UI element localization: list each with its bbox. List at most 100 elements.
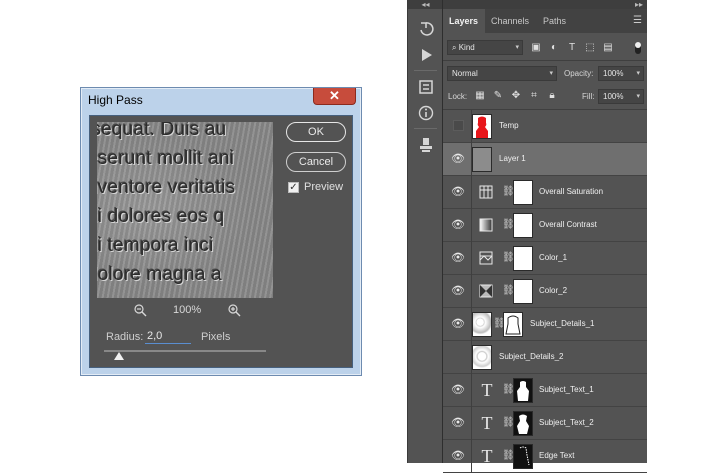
type-filter-icon[interactable]: T bbox=[566, 42, 578, 54]
layer-name: Overall Saturation bbox=[539, 187, 604, 196]
panel-tool-strip: ◂◂ bbox=[407, 0, 443, 463]
layer-separator bbox=[471, 374, 472, 407]
layer-thumbnail bbox=[472, 345, 492, 370]
layer-row[interactable]: 👁︎ ⛓︎ Color_1 bbox=[443, 242, 647, 275]
properties-icon[interactable] bbox=[417, 78, 435, 96]
layer-row[interactable]: 👁︎ Layer 1 bbox=[443, 143, 647, 176]
layer-name: Subject_Text_1 bbox=[539, 385, 594, 394]
expand-icon[interactable]: ▸▸ bbox=[443, 0, 647, 9]
preview-checkbox[interactable]: ✓ bbox=[288, 182, 299, 193]
smart-object-filter-icon[interactable]: ▤ bbox=[602, 42, 614, 54]
radius-input[interactable]: 2,0 bbox=[145, 328, 191, 344]
eye-icon[interactable]: 👁︎ bbox=[451, 187, 465, 198]
filter-preview[interactable]: isequat. Duis au eserunt mollit ani nven… bbox=[97, 122, 273, 298]
eye-icon[interactable]: 👁︎ bbox=[451, 253, 465, 264]
link-icon[interactable]: ⛓︎ bbox=[502, 417, 515, 429]
radius-slider-track[interactable] bbox=[104, 350, 266, 352]
eye-icon[interactable]: 👁︎ bbox=[451, 154, 465, 165]
filter-toggle[interactable] bbox=[635, 42, 641, 54]
clone-source-icon[interactable] bbox=[417, 136, 435, 154]
pixel-filter-icon[interactable]: ▣ bbox=[530, 42, 542, 54]
link-icon[interactable]: ⛓︎ bbox=[502, 219, 515, 231]
shape-filter-icon[interactable]: ⬚ bbox=[584, 42, 596, 54]
history-brush-icon[interactable] bbox=[417, 20, 435, 38]
close-button[interactable]: ✕ bbox=[313, 88, 356, 105]
tab-paths[interactable]: Paths bbox=[537, 9, 573, 33]
panel-menu-icon[interactable]: ☰ bbox=[633, 15, 642, 26]
tab-layers[interactable]: Layers bbox=[443, 9, 485, 33]
ok-button[interactable]: OK bbox=[286, 122, 346, 142]
layer-row[interactable]: 👁︎ T ⛓︎ Subject_Text_2 bbox=[443, 407, 647, 440]
lock-artboard-icon[interactable]: ⌗ bbox=[528, 90, 540, 102]
layer-mask-thumbnail bbox=[513, 213, 533, 238]
info-icon[interactable] bbox=[417, 104, 435, 122]
layer-name: Subject_Text_2 bbox=[539, 418, 594, 427]
close-icon: ✕ bbox=[329, 88, 340, 103]
link-icon[interactable]: ⛓︎ bbox=[493, 318, 506, 330]
layer-name: Layer 1 bbox=[499, 154, 526, 163]
layer-separator bbox=[471, 275, 472, 308]
layer-row[interactable]: 👁︎ T ⛓︎ Edge Text bbox=[443, 440, 647, 473]
link-icon[interactable]: ⛓︎ bbox=[502, 450, 515, 462]
link-icon[interactable]: ⛓︎ bbox=[502, 285, 515, 297]
collapse-icon[interactable]: ◂◂ bbox=[408, 0, 443, 9]
lock-all-icon[interactable]: 🔒︎ bbox=[546, 90, 558, 102]
eye-icon[interactable]: 👁︎ bbox=[451, 319, 465, 330]
fill-label: Fill: bbox=[582, 92, 595, 101]
link-icon[interactable]: ⛓︎ bbox=[502, 252, 515, 264]
layer-mask-thumbnail bbox=[513, 279, 533, 304]
lock-transparent-icon[interactable]: ▦ bbox=[474, 90, 486, 102]
eye-icon[interactable]: 👁︎ bbox=[451, 385, 465, 396]
layer-thumbnail bbox=[472, 147, 492, 172]
layer-row[interactable]: 👁︎ T ⛓︎ Subject_Text_1 bbox=[443, 374, 647, 407]
chevron-down-icon: ▾ bbox=[636, 93, 640, 100]
radius-label: Radius: bbox=[106, 331, 144, 343]
eye-icon[interactable]: 👁︎ bbox=[451, 418, 465, 429]
layer-mask-thumbnail bbox=[513, 411, 533, 436]
high-pass-dialog: High Pass ✕ isequat. Duis au eserunt mol… bbox=[80, 87, 362, 376]
preview-text-line: ni tempora inci bbox=[97, 235, 214, 256]
preview-text-line: dolore magna a bbox=[97, 264, 222, 285]
play-icon[interactable] bbox=[417, 46, 435, 64]
blend-mode-dropdown[interactable]: Normal ▾ bbox=[447, 66, 557, 81]
panel-tabs: Layers Channels Paths ☰ bbox=[443, 9, 647, 33]
opacity-value: 100% bbox=[603, 69, 624, 78]
toolstrip-divider bbox=[414, 70, 437, 71]
fill-input[interactable]: 100% ▾ bbox=[598, 89, 644, 104]
preview-text-line: isequat. Duis au bbox=[97, 122, 227, 140]
layer-mask-thumbnail bbox=[513, 444, 533, 469]
layers-panel: ▸▸ Layers Channels Paths ☰ ⌕ Kind ▾ ▣ ◐ T… bbox=[442, 0, 647, 473]
layer-row[interactable]: 👁︎ ⛓︎ Subject_Details_1 bbox=[443, 308, 647, 341]
eye-icon[interactable]: 👁︎ bbox=[451, 286, 465, 297]
layer-row[interactable]: Subject_Details_2 bbox=[443, 341, 647, 374]
color-lookup-icon bbox=[479, 251, 493, 265]
lock-label: Lock: bbox=[448, 92, 468, 101]
layer-row[interactable]: 👁︎ ⛓︎ Overall Saturation bbox=[443, 176, 647, 209]
link-icon[interactable]: ⛓︎ bbox=[502, 384, 515, 396]
eye-icon[interactable]: 👁︎ bbox=[451, 220, 465, 231]
layer-separator bbox=[471, 242, 472, 275]
cancel-button[interactable]: Cancel bbox=[286, 152, 346, 172]
gradient-map-icon bbox=[479, 284, 493, 298]
layer-row[interactable]: Temp bbox=[443, 110, 647, 143]
lock-image-icon[interactable]: ✎ bbox=[492, 90, 504, 102]
layer-row[interactable]: 👁︎ ⛓︎ Overall Contrast bbox=[443, 209, 647, 242]
lock-position-icon[interactable]: ✥ bbox=[510, 90, 522, 102]
zoom-in-icon[interactable] bbox=[228, 304, 241, 318]
preview-text-line: ni dolores eos q bbox=[97, 206, 225, 227]
adjustment-filter-icon[interactable]: ◐ bbox=[548, 42, 560, 54]
levels-icon bbox=[479, 218, 493, 232]
layer-mask-thumbnail bbox=[513, 180, 533, 205]
zoom-out-icon[interactable] bbox=[134, 304, 147, 318]
layer-thumbnail bbox=[472, 312, 492, 337]
tab-channels[interactable]: Channels bbox=[485, 9, 537, 33]
opacity-input[interactable]: 100% ▾ bbox=[598, 66, 644, 81]
radius-slider-thumb[interactable] bbox=[114, 352, 124, 360]
zoom-percent: 100% bbox=[173, 304, 202, 316]
visibility-toggle-off[interactable] bbox=[453, 120, 464, 131]
layer-row[interactable]: 👁︎ ⛓︎ Color_2 bbox=[443, 275, 647, 308]
dialog-body: isequat. Duis au eserunt mollit ani nven… bbox=[89, 115, 353, 368]
filter-kind-dropdown[interactable]: ⌕ Kind ▾ bbox=[447, 40, 523, 55]
eye-icon[interactable]: 👁︎ bbox=[451, 451, 465, 462]
link-icon[interactable]: ⛓︎ bbox=[502, 186, 515, 198]
